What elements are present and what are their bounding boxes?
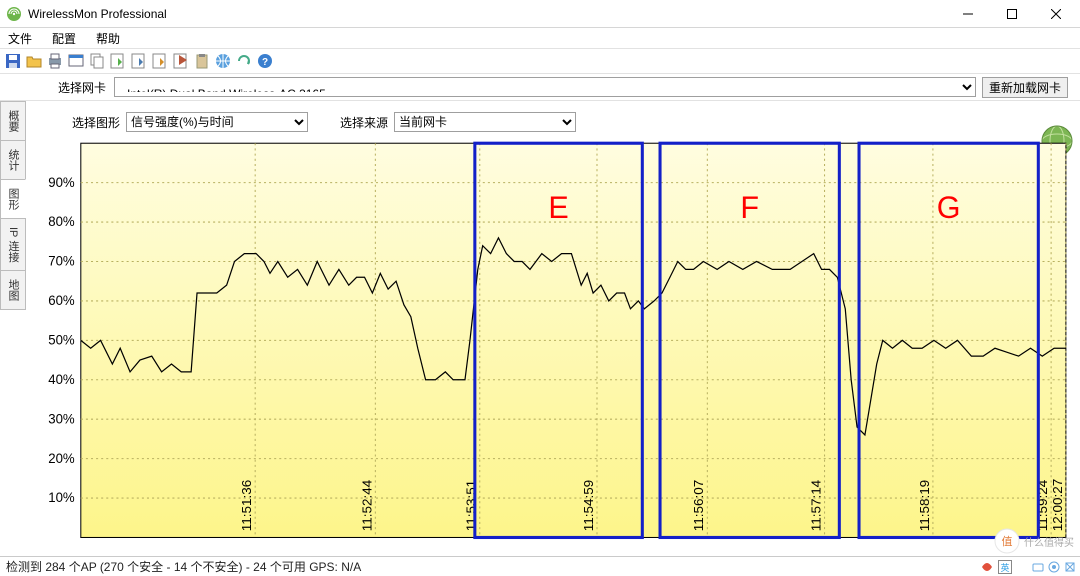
export4-icon[interactable] xyxy=(172,52,190,70)
svg-text:11:52:44: 11:52:44 xyxy=(359,479,374,531)
signal-chart: 10% 20% 30% 40% 50% 60% 70% 80% 90% 11:51:36 11:52… xyxy=(34,137,1072,552)
tab-stats[interactable]: 统计 xyxy=(0,140,26,180)
menu-file[interactable]: 文件 xyxy=(2,29,38,48)
svg-text:11:58:19: 11:58:19 xyxy=(917,480,932,531)
ime-bar: 英 xyxy=(980,560,1076,574)
help-icon[interactable]: ? xyxy=(256,52,274,70)
ime-tools-icon[interactable] xyxy=(1064,561,1076,573)
ime-input-icon[interactable] xyxy=(1048,561,1060,573)
globe-icon[interactable] xyxy=(214,52,232,70)
svg-text:50%: 50% xyxy=(48,332,75,347)
svg-text:12:00:27: 12:00:27 xyxy=(1050,479,1065,531)
ime-moon-icon[interactable] xyxy=(1016,561,1028,573)
maximize-button[interactable] xyxy=(990,0,1034,27)
svg-text:10%: 10% xyxy=(48,490,75,505)
svg-text:11:53:51: 11:53:51 xyxy=(464,480,479,531)
svg-text:?: ? xyxy=(262,57,268,68)
minimize-button[interactable] xyxy=(946,0,990,27)
svg-text:80%: 80% xyxy=(48,214,75,229)
svg-text:E: E xyxy=(548,190,568,225)
menu-help[interactable]: 帮助 xyxy=(90,29,126,48)
ime-logo-icon xyxy=(980,560,994,574)
svg-text:F: F xyxy=(740,190,759,225)
close-button[interactable] xyxy=(1034,0,1078,27)
refresh-icon[interactable] xyxy=(235,52,253,70)
svg-text:11:51:36: 11:51:36 xyxy=(239,480,254,531)
menu-bar: 文件 配置 帮助 xyxy=(0,28,1080,48)
tab-map[interactable]: 地图 xyxy=(0,270,26,310)
svg-text:11:56:07: 11:56:07 xyxy=(691,480,706,531)
export3-icon[interactable] xyxy=(151,52,169,70)
main-panel: 选择图形 信号强度(%)与时间 选择来源 当前网卡 10% 20% 30% 40% 50… xyxy=(26,101,1080,556)
tab-summary[interactable]: 概要 xyxy=(0,101,26,141)
svg-text:90%: 90% xyxy=(48,175,75,190)
ime-keyboard-icon[interactable] xyxy=(1032,561,1044,573)
svg-text:70%: 70% xyxy=(48,254,75,269)
tab-graph[interactable]: 图形 xyxy=(0,179,26,219)
svg-text:G: G xyxy=(937,190,961,225)
adapter-label: 选择网卡 xyxy=(58,79,106,96)
graph-select[interactable]: 信号强度(%)与时间 xyxy=(126,112,308,132)
side-tabs: 概要 统计 图形 IP 连接 地图 xyxy=(0,101,26,556)
svg-text:11:54:59: 11:54:59 xyxy=(581,480,596,531)
print-icon[interactable] xyxy=(46,52,64,70)
ime-lang-icon[interactable]: 英 xyxy=(998,560,1012,574)
reload-button[interactable]: 重新加载网卡 xyxy=(982,77,1068,98)
export2-icon[interactable] xyxy=(130,52,148,70)
export1-icon[interactable] xyxy=(109,52,127,70)
svg-text:30%: 30% xyxy=(48,411,75,426)
svg-text:40%: 40% xyxy=(48,372,75,387)
window-controls xyxy=(946,0,1078,27)
tab-ipconn[interactable]: IP 连接 xyxy=(0,218,26,271)
svg-text:60%: 60% xyxy=(48,293,75,308)
open-icon[interactable] xyxy=(25,52,43,70)
source-select[interactable]: 当前网卡 xyxy=(394,112,576,132)
status-bar: 检测到 284 个AP (270 个安全 - 14 个不安全) - 24 个可用… xyxy=(0,556,1080,576)
adapter-select[interactable]: Intel(R) Dual Band Wireless-AC 3165 xyxy=(114,77,976,97)
chart-controls: 选择图形 信号强度(%)与时间 选择来源 当前网卡 xyxy=(34,109,1072,135)
clipboard-icon[interactable] xyxy=(193,52,211,70)
capture-icon[interactable] xyxy=(67,52,85,70)
chart-area: 10% 20% 30% 40% 50% 60% 70% 80% 90% 11:51:36 11:52… xyxy=(34,137,1072,552)
menu-config[interactable]: 配置 xyxy=(46,29,82,48)
adapter-row: 选择网卡 Intel(R) Dual Band Wireless-AC 3165… xyxy=(0,74,1080,101)
source-select-label: 选择来源 xyxy=(340,114,388,131)
app-icon xyxy=(6,6,22,22)
svg-text:20%: 20% xyxy=(48,451,75,466)
window-title: WirelessMon Professional xyxy=(28,7,946,21)
copy-icon[interactable] xyxy=(88,52,106,70)
graph-select-label: 选择图形 xyxy=(72,114,120,131)
title-bar: WirelessMon Professional xyxy=(0,0,1080,28)
toolbar: ? xyxy=(0,48,1080,74)
svg-text:11:57:14: 11:57:14 xyxy=(809,479,824,531)
status-text: 检测到 284 个AP (270 个安全 - 14 个不安全) - 24 个可用… xyxy=(6,558,361,575)
save-icon[interactable] xyxy=(4,52,22,70)
